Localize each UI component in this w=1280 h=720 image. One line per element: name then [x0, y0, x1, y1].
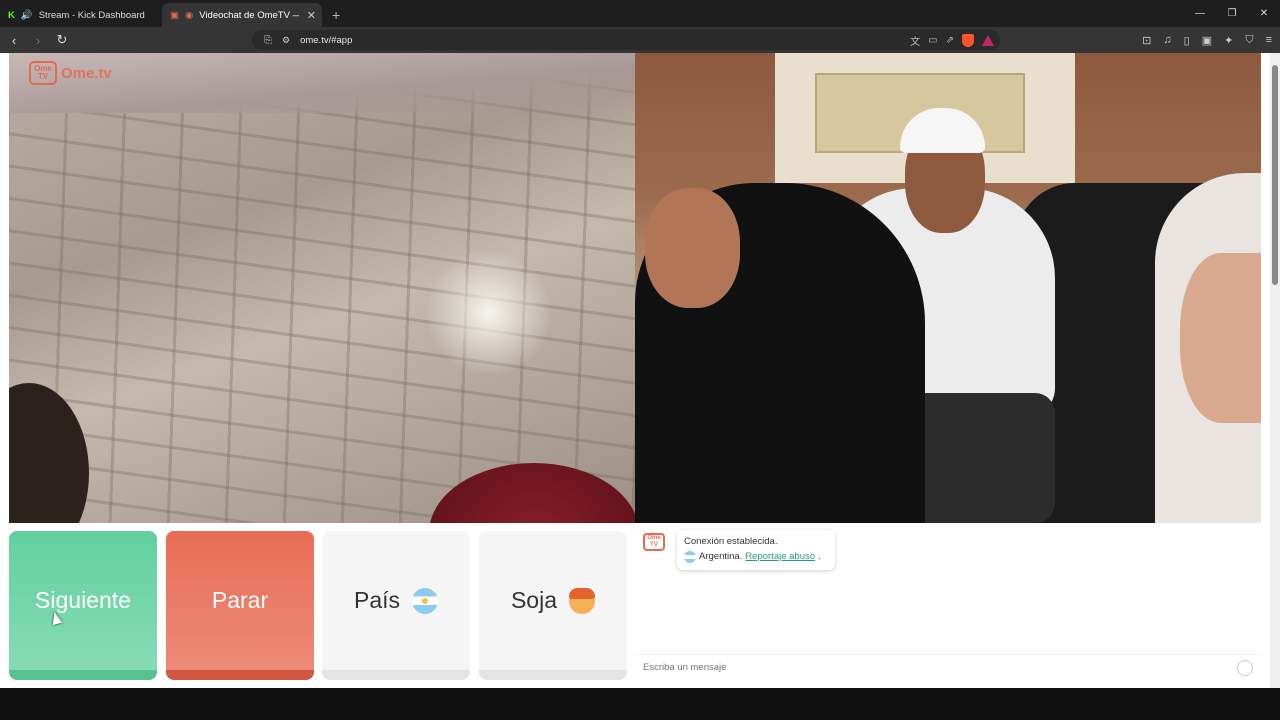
taskbar-area	[0, 688, 1280, 720]
argentina-flag-icon	[412, 587, 439, 614]
ometv-app: Ome TV Ome.tv Siguiente Parar País Soja …	[0, 53, 1270, 688]
ometv-logo: Ome TV Ome.tv	[29, 61, 112, 85]
tab-kick-dashboard[interactable]: K 🔊 Stream - Kick Dashboard	[0, 3, 162, 27]
translate-icon[interactable]: 文	[910, 33, 920, 48]
gender-button[interactable]: Soja	[479, 531, 627, 680]
partner-country: Argentina.	[699, 551, 743, 562]
logo-badge: Ome TV	[29, 61, 57, 85]
emoji-icon[interactable]	[1237, 660, 1253, 676]
local-video: Ome TV Ome.tv	[9, 53, 635, 523]
report-abuse-link[interactable]: Reportaje abuso	[745, 549, 815, 564]
next-button[interactable]: Siguiente	[9, 531, 157, 680]
person-hair	[429, 463, 635, 523]
url-text[interactable]: ome.tv/#app	[300, 35, 352, 46]
next-label: Siguiente	[35, 587, 131, 613]
person-hair	[9, 383, 89, 523]
argentina-flag-icon	[684, 550, 696, 563]
gender-label: Soja	[510, 587, 558, 613]
close-tab-icon[interactable]: ✕	[307, 9, 316, 22]
address-bar[interactable]: ⎘ ⚙ ome.tv/#app 文 ▭ ⇗	[252, 30, 1000, 50]
boy-face-icon	[569, 587, 596, 614]
leo-ai-icon[interactable]: ✦	[1224, 34, 1233, 47]
chat-panel: Ome TV Conexión establecida. Argentina. …	[635, 523, 1261, 688]
message-bar	[635, 654, 1261, 680]
reload-icon[interactable]: ↻	[52, 30, 72, 50]
share-icon[interactable]: ⇗	[946, 35, 954, 46]
minimize-button[interactable]: —	[1184, 0, 1216, 27]
brave-shields-icon[interactable]	[962, 33, 974, 47]
browser-navbar: ‹ › ↻ ⎘ ⚙ ome.tv/#app 文 ▭ ⇗ ⊡ ♫ ▯ ▣ ✦ ⛉ …	[0, 27, 1280, 53]
forward-icon[interactable]: ›	[28, 30, 48, 50]
remote-video	[635, 53, 1261, 523]
speaker-icon: 🔊	[20, 9, 33, 21]
menu-icon[interactable]: ≡	[1266, 34, 1272, 46]
stop-button[interactable]: Parar	[166, 531, 314, 680]
close-window-button[interactable]: ✕	[1248, 0, 1280, 27]
tab-label: Videochat de OmeTV — Alte	[199, 9, 299, 21]
ometv-favicon-icon: ▣	[170, 9, 179, 21]
recording-icon: ◉	[184, 9, 194, 21]
cast-icon[interactable]: ▭	[928, 35, 937, 46]
brave-rewards-icon[interactable]	[982, 34, 994, 46]
restore-button[interactable]: ❐	[1216, 0, 1248, 27]
screenshot-icon[interactable]: ⊡	[1142, 34, 1151, 47]
new-tab-button[interactable]: +	[332, 7, 340, 27]
browser-titlebar: K 🔊 Stream - Kick Dashboard ▣ ◉ Videocha…	[0, 0, 1280, 27]
country-label: País	[353, 587, 401, 613]
vpn-icon[interactable]: ⛉	[1245, 34, 1253, 47]
back-icon[interactable]: ‹	[4, 30, 24, 50]
bookmark-icon[interactable]: ⎘	[264, 35, 272, 46]
wallet-icon[interactable]: ▣	[1202, 34, 1212, 47]
tab-ometv[interactable]: ▣ ◉ Videochat de OmeTV — Alte ✕	[162, 3, 322, 27]
stop-label: Parar	[211, 587, 269, 613]
media-icon[interactable]: ♫	[1163, 34, 1171, 46]
logo-text: Ome.tv	[61, 64, 112, 82]
sidebar-icon[interactable]: ▯	[1184, 34, 1190, 47]
message-input[interactable]	[643, 662, 1203, 673]
tab-label: Stream - Kick Dashboard	[38, 9, 145, 21]
scrollbar-thumb[interactable]	[1272, 65, 1278, 285]
system-message: Conexión establecida. Argentina. Reporta…	[677, 530, 835, 570]
connection-status: Conexión establecida.	[684, 536, 778, 547]
country-button[interactable]: País	[322, 531, 470, 680]
page-scrollbar[interactable]	[1270, 53, 1280, 688]
chat-logo-icon: Ome TV	[643, 533, 665, 551]
kick-icon: K	[8, 9, 15, 21]
site-info-icon[interactable]: ⚙	[282, 35, 290, 46]
report-suffix: .	[818, 551, 821, 562]
